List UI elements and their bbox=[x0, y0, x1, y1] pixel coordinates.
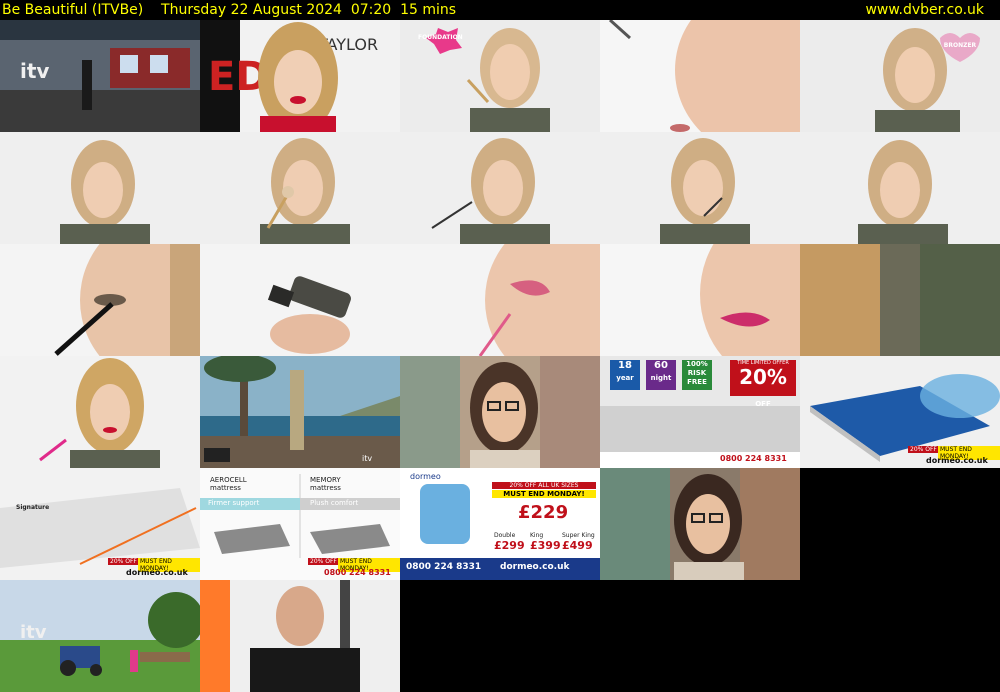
thumbnail[interactable] bbox=[400, 356, 600, 468]
thumbnail[interactable] bbox=[200, 244, 400, 356]
thumbnail[interactable] bbox=[200, 580, 400, 692]
programme-info: Be Beautiful (ITVBe) Thursday 22 August … bbox=[2, 2, 457, 18]
thumbnail[interactable] bbox=[600, 468, 800, 580]
site-url[interactable]: www.dvber.co.uk bbox=[865, 0, 984, 20]
thumbnail[interactable] bbox=[0, 132, 200, 244]
thumbnail[interactable]: AEROCELL mattress MEMORY mattress Firmer s… bbox=[200, 468, 400, 580]
woman-bronzer bbox=[800, 20, 1000, 132]
empty-cell bbox=[800, 468, 1000, 580]
empty-cell bbox=[800, 580, 1000, 692]
svg-text:itv: itv bbox=[20, 622, 47, 643]
thumbnail[interactable] bbox=[800, 244, 1000, 356]
thumbnail[interactable]: BRONZER bbox=[800, 20, 1000, 132]
thumbnail[interactable]: itv bbox=[200, 356, 400, 468]
thumbnail-grid: itv TAYLOR ED FOUNDATION BRONZER itv 18 … bbox=[0, 20, 1000, 692]
bronzer-badge: BRONZER bbox=[943, 42, 977, 49]
empty-cell bbox=[600, 580, 800, 692]
station-scene: itv bbox=[0, 20, 200, 132]
thumbnail[interactable]: Signature 20% OFF MUST END MONDAY! dorme… bbox=[0, 468, 200, 580]
foundation-badge: FOUNDATION bbox=[418, 34, 463, 41]
portrait-blonde-redlips: TAYLOR ED bbox=[200, 20, 400, 132]
thumbnail[interactable] bbox=[600, 20, 800, 132]
thumbnail[interactable] bbox=[800, 132, 1000, 244]
thumbnail[interactable] bbox=[0, 244, 200, 356]
thumbnail[interactable]: 18 year 60 night 100% RISK FREE TIME LIMIT… bbox=[600, 356, 800, 468]
thumbnail[interactable] bbox=[600, 244, 800, 356]
top-bar: Be Beautiful (ITVBe) Thursday 22 August … bbox=[0, 0, 1000, 20]
empty-cell bbox=[400, 580, 600, 692]
thumbnail[interactable]: itv bbox=[0, 20, 200, 132]
itvbe-watermark: itv bbox=[362, 454, 373, 463]
thumbnail[interactable] bbox=[400, 244, 600, 356]
thumbnail[interactable]: 20% OFF MUST END MONDAY! dormeo.co.uk bbox=[800, 356, 1000, 468]
thumbnail[interactable] bbox=[600, 132, 800, 244]
thumbnail[interactable] bbox=[0, 356, 200, 468]
closeup-cheek bbox=[600, 20, 800, 132]
thumbnail[interactable] bbox=[400, 132, 600, 244]
thumbnail[interactable]: TAYLOR ED bbox=[200, 20, 400, 132]
thumbnail[interactable]: dormeo 20% OFF ALL UK SIZES MUST END MON… bbox=[400, 468, 600, 580]
thumbnail[interactable]: FOUNDATION bbox=[400, 20, 600, 132]
thumbnail[interactable] bbox=[200, 132, 400, 244]
thumbnail[interactable]: itv bbox=[0, 580, 200, 692]
svg-text:itv: itv bbox=[20, 59, 49, 83]
